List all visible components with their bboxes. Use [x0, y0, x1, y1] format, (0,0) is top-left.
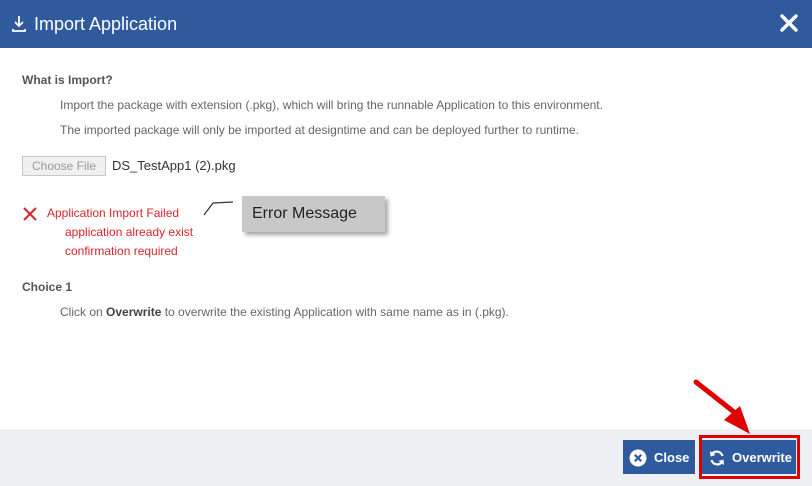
choose-file-button[interactable]: Choose File [22, 156, 106, 176]
choice-1-text-pre: Click on [60, 305, 107, 319]
close-button[interactable]: Close [623, 440, 695, 474]
close-icon[interactable] [778, 12, 800, 34]
callout-pointer [203, 201, 234, 216]
what-is-import-heading: What is Import? [22, 73, 113, 87]
choice-1-description: Click on Overwrite to overwrite the exis… [60, 305, 509, 319]
error-detail-1: application already exist [65, 225, 194, 239]
circle-x-icon [629, 449, 647, 467]
refresh-icon [710, 450, 724, 466]
import-description-line-2: The imported package will only be import… [60, 123, 579, 137]
x-icon [23, 207, 37, 221]
dialog-title: Import Application [34, 14, 178, 34]
overwrite-button-label: Overwrite [732, 450, 792, 465]
choice-1-text-post: to overwrite the existing Application wi… [161, 305, 509, 319]
selected-file-name: DS_TestApp1 (2).pkg [112, 158, 236, 173]
choice-1-heading: Choice 1 [22, 280, 73, 294]
dialog-body: What is Import? Import the package with … [0, 48, 812, 429]
dialog-header: Import Application [0, 0, 812, 48]
choice-1-text-bold: Overwrite [106, 305, 162, 319]
red-arrow-icon [693, 379, 750, 434]
close-button-label: Close [654, 450, 690, 465]
error-detail-2: confirmation required [65, 244, 178, 258]
error-message-callout: Error Message [242, 196, 385, 232]
download-icon [12, 16, 26, 32]
import-application-dialog: Import Application What is Import? Impor… [0, 0, 812, 486]
error-title: Application Import Failed [47, 206, 180, 220]
import-description-line-1: Import the package with extension (.pkg)… [60, 98, 603, 112]
overwrite-button[interactable]: Overwrite [702, 440, 796, 474]
